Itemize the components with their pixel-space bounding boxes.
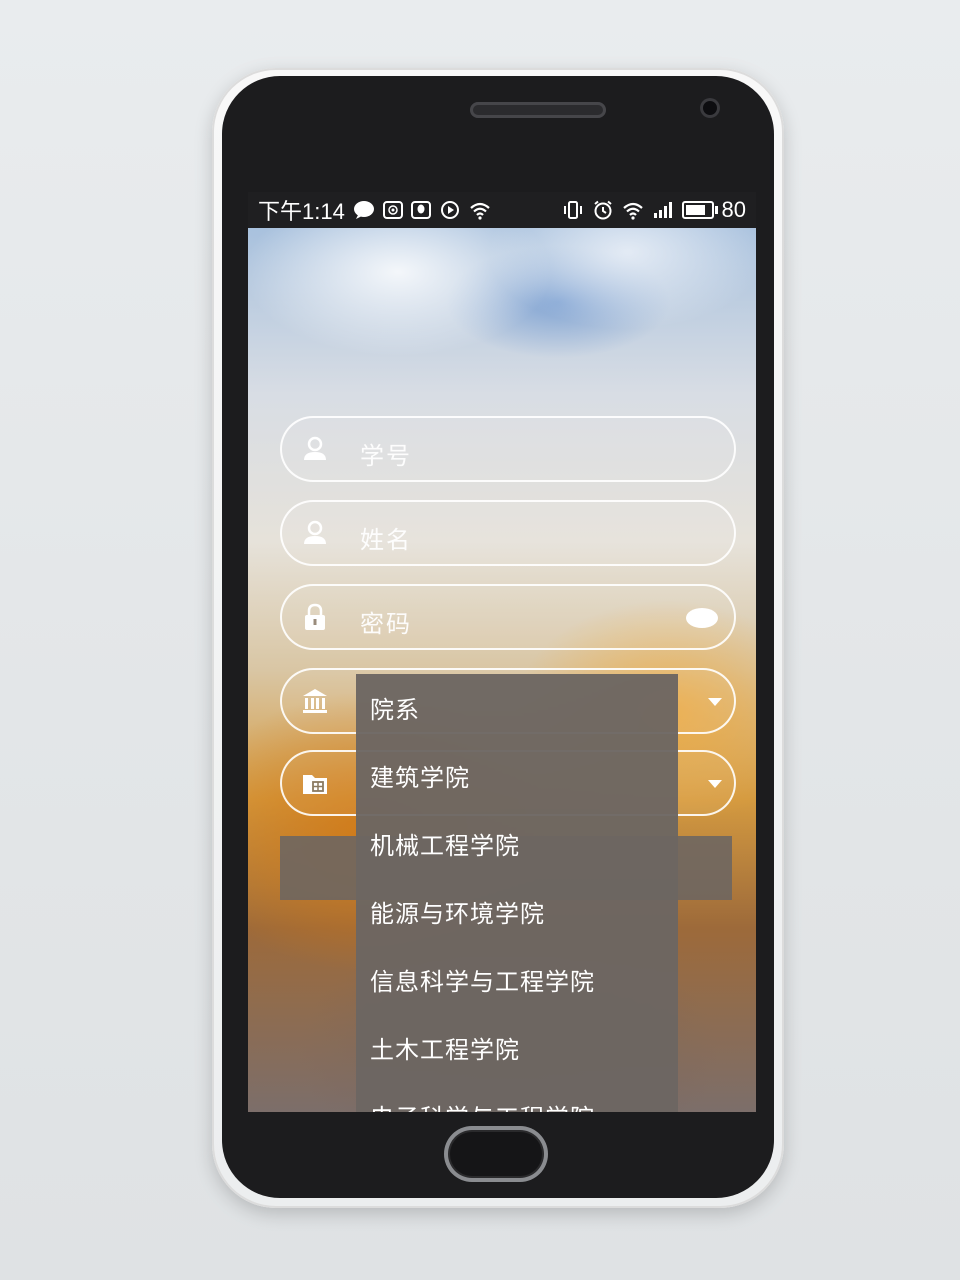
dropdown-item[interactable]: 能源与环境学院 — [370, 894, 545, 929]
status-bar-left: 下午1:14 — [258, 194, 491, 226]
dropdown-item[interactable]: 院系 — [370, 690, 420, 725]
folder-icon — [300, 768, 330, 798]
qq-icon — [410, 201, 431, 219]
front-camera — [700, 98, 720, 118]
phone-front-face: 下午1:14 80 学号 姓名 密码 院系 建筑学院 机械工程学院 能源与环境学… — [222, 76, 774, 1198]
status-bar-right: 80 — [562, 197, 746, 223]
student-id-placeholder: 学号 — [360, 442, 412, 470]
alarm-icon — [592, 200, 614, 220]
lock-icon — [300, 602, 330, 632]
eye-icon[interactable] — [686, 608, 718, 628]
chevron-down-icon — [708, 780, 722, 788]
status-time: 下午1:14 — [258, 199, 345, 224]
building-icon — [300, 686, 330, 716]
weibo-icon — [382, 201, 403, 219]
battery-percent: 80 — [721, 197, 746, 222]
wifi-icon — [469, 200, 491, 220]
user-icon — [300, 434, 330, 464]
dropdown-item[interactable]: 土木工程学院 — [370, 1030, 520, 1065]
password-placeholder: 密码 — [360, 610, 412, 638]
name-field[interactable]: 姓名 — [280, 500, 736, 566]
phone-device: 下午1:14 80 学号 姓名 密码 院系 建筑学院 机械工程学院 能源与环境学… — [212, 68, 784, 1208]
chat-bubble-icon — [353, 200, 375, 220]
battery-icon — [681, 201, 718, 219]
phone-screen: 下午1:14 80 学号 姓名 密码 院系 建筑学院 机械工程学院 能源与环境学… — [248, 192, 756, 1112]
dropdown-item[interactable]: 建筑学院 — [370, 758, 470, 793]
4g-signal-icon — [652, 200, 674, 220]
user-icon — [300, 518, 330, 548]
name-placeholder: 姓名 — [360, 526, 412, 554]
play-icon — [439, 200, 461, 220]
vibrate-icon — [562, 200, 584, 220]
home-button[interactable] — [444, 1126, 548, 1182]
status-bar: 下午1:14 80 — [248, 192, 756, 228]
student-id-field[interactable]: 学号 — [280, 416, 736, 482]
dropdown-item[interactable]: 信息科学与工程学院 — [370, 962, 595, 997]
department-dropdown-list: 院系 建筑学院 机械工程学院 能源与环境学院 信息科学与工程学院 土木工程学院 … — [356, 674, 678, 1112]
battery-level — [685, 205, 705, 215]
earpiece-speaker — [470, 102, 606, 118]
chevron-down-icon — [708, 698, 722, 706]
password-field[interactable]: 密码 — [280, 584, 736, 650]
dropdown-item[interactable]: 机械工程学院 — [370, 826, 520, 861]
wifi-icon — [622, 200, 644, 220]
dropdown-item[interactable]: 电子科学与工程学院 — [370, 1098, 595, 1112]
